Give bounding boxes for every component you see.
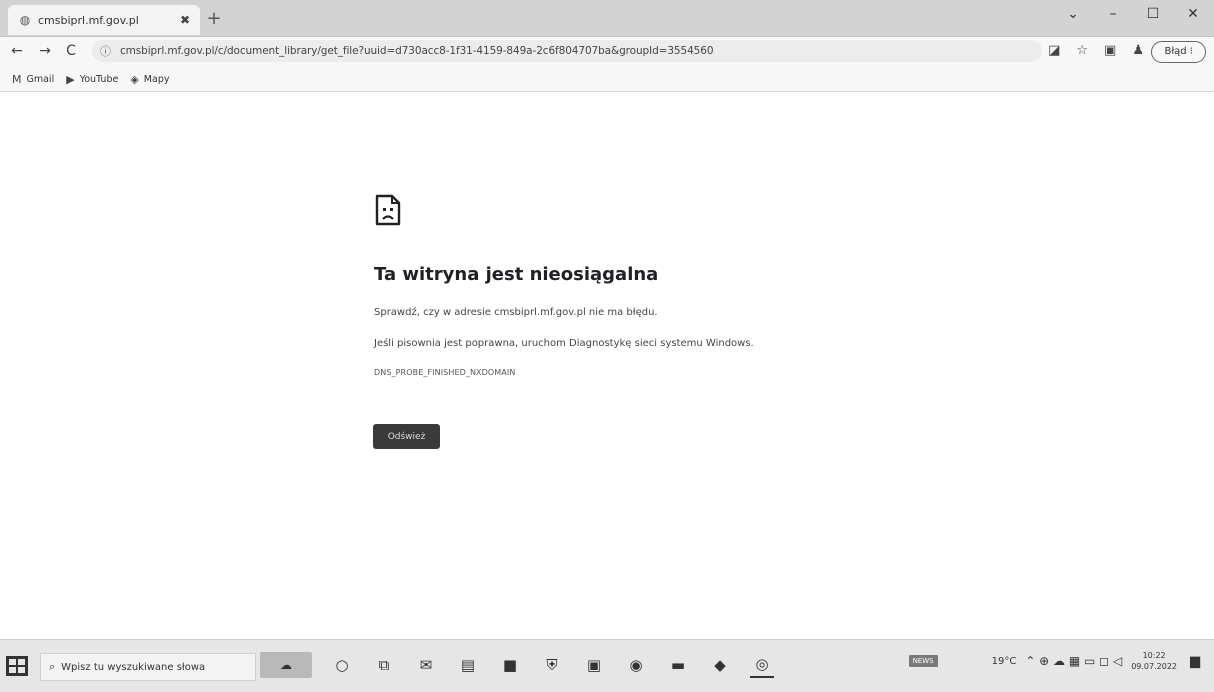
profile-icon[interactable]: ♟ bbox=[1132, 43, 1144, 58]
info-icon[interactable]: ⓘ bbox=[100, 43, 114, 59]
back-icon[interactable]: ← bbox=[8, 42, 26, 60]
address-url[interactable]: cmsbiprl.mf.gov.pl/c/document_library/ge… bbox=[120, 45, 713, 57]
temperature-label[interactable]: 19°C bbox=[992, 656, 1017, 667]
weather-widget-icon[interactable]: ☁ bbox=[260, 652, 312, 678]
store-icon[interactable]: ■ bbox=[498, 653, 522, 677]
error-line-2: Jeśli pisownia jest poprawna, uruchom Di… bbox=[374, 338, 754, 349]
gmail-icon: M bbox=[12, 72, 22, 86]
minimize-icon[interactable]: – bbox=[1106, 6, 1120, 22]
news-badge[interactable]: NEWS bbox=[908, 655, 938, 667]
bookmarks-bar: M Gmail ▶ YouTube ◈ Mapy bbox=[0, 67, 1214, 92]
reload-button[interactable]: Odśwież bbox=[373, 424, 440, 449]
search-placeholder: Wpisz tu wyszukiwane słowa bbox=[61, 661, 206, 673]
close-window-icon[interactable]: ✕ bbox=[1186, 6, 1200, 22]
bookmark-maps[interactable]: ◈ Mapy bbox=[130, 73, 169, 86]
youtube-icon: ▶ bbox=[66, 72, 75, 86]
bookmark-star-icon[interactable]: ☆ bbox=[1076, 43, 1088, 58]
toolbar-icons: ◪ ☆ ▣ ♟ bbox=[1048, 43, 1144, 58]
forward-icon[interactable]: → bbox=[36, 42, 54, 60]
tab-search-icon[interactable]: ⌄ bbox=[1066, 6, 1080, 22]
bookmark-gmail[interactable]: M Gmail bbox=[12, 73, 54, 86]
maps-icon: ◈ bbox=[130, 72, 139, 86]
error-title: Ta witryna jest nieosiągalna bbox=[374, 264, 659, 285]
error-code: DNS_PROBE_FINISHED_NXDOMAIN bbox=[374, 368, 516, 377]
shield-icon[interactable]: ⛨ bbox=[540, 653, 564, 677]
split-view-icon[interactable]: ▣ bbox=[1104, 43, 1116, 58]
error-badge-button[interactable]: Błąd ⁝ bbox=[1151, 41, 1206, 63]
edge-icon[interactable]: ◉ bbox=[624, 653, 648, 677]
page-content: Ta witryna jest nieosiągalna Sprawdź, cz… bbox=[0, 92, 1214, 639]
settings-icon[interactable]: ◆ bbox=[708, 653, 732, 677]
chrome-icon[interactable]: ◎ bbox=[750, 652, 774, 678]
taskbar-apps: ☁ ○ ⧉ ✉ ▤ ■ ⛨ ▣ ◉ ▬ ◆ ◎ bbox=[260, 652, 774, 678]
system-tray: NEWS 19°C ⌃ ⊕ ☁ ▦ ▭ ◻ ◁ 10:22 09.07.2022… bbox=[908, 650, 1204, 672]
photos-icon[interactable]: ▬ bbox=[666, 653, 690, 677]
clock-time: 10:22 bbox=[1142, 651, 1166, 660]
bookmark-label: Gmail bbox=[26, 73, 55, 85]
explorer-icon[interactable]: ▤ bbox=[456, 653, 480, 677]
windows-start-icon[interactable] bbox=[6, 656, 28, 676]
window-controls: ⌄ – ☐ ✕ bbox=[1066, 6, 1200, 22]
new-tab-button[interactable]: + bbox=[204, 10, 224, 30]
bookmark-label: Mapy bbox=[143, 73, 170, 85]
globe-icon: ◍ bbox=[19, 13, 31, 27]
notifications-icon[interactable]: ▆ bbox=[1186, 652, 1204, 670]
taskbar-search-input[interactable]: ⌕ Wpisz tu wyszukiwane słowa bbox=[40, 653, 256, 681]
sad-page-icon bbox=[375, 194, 401, 226]
task-view-icon[interactable]: ⧉ bbox=[372, 653, 396, 677]
tab-title: cmsbiprl.mf.gov.pl bbox=[38, 13, 139, 27]
taskbar: ⌕ Wpisz tu wyszukiwane słowa ☁ ○ ⧉ ✉ ▤ ■… bbox=[0, 639, 1214, 692]
tab-close-icon[interactable]: ✖ bbox=[178, 13, 192, 27]
clock[interactable]: 10:22 09.07.2022 bbox=[1131, 650, 1177, 672]
reload-icon[interactable]: C bbox=[62, 42, 80, 60]
browser-tab[interactable]: ◍ cmsbiprl.mf.gov.pl ✖ bbox=[8, 5, 200, 35]
clock-date: 09.07.2022 bbox=[1131, 662, 1177, 671]
office-icon[interactable]: ▣ bbox=[582, 653, 606, 677]
translate-icon[interactable]: ◪ bbox=[1048, 43, 1060, 58]
cortana-icon[interactable]: ○ bbox=[330, 653, 354, 677]
browser-toolbar: ← → C ⓘ cmsbiprl.mf.gov.pl/c/document_li… bbox=[0, 37, 1214, 67]
error-line-1: Sprawdź, czy w adresie cmsbiprl.mf.gov.p… bbox=[374, 307, 658, 318]
bookmark-youtube[interactable]: ▶ YouTube bbox=[66, 73, 118, 86]
maximize-icon[interactable]: ☐ bbox=[1146, 6, 1160, 22]
tab-strip: ◍ cmsbiprl.mf.gov.pl ✖ + ⌄ – ☐ ✕ bbox=[0, 0, 1214, 37]
bookmark-label: YouTube bbox=[79, 73, 119, 85]
search-icon: ⌕ bbox=[49, 660, 56, 673]
tray-icons[interactable]: ⌃ ⊕ ☁ ▦ ▭ ◻ ◁ bbox=[1025, 654, 1122, 668]
address-bar[interactable]: ⓘ cmsbiprl.mf.gov.pl/c/document_library/… bbox=[92, 40, 1042, 62]
mail-icon[interactable]: ✉ bbox=[414, 653, 438, 677]
